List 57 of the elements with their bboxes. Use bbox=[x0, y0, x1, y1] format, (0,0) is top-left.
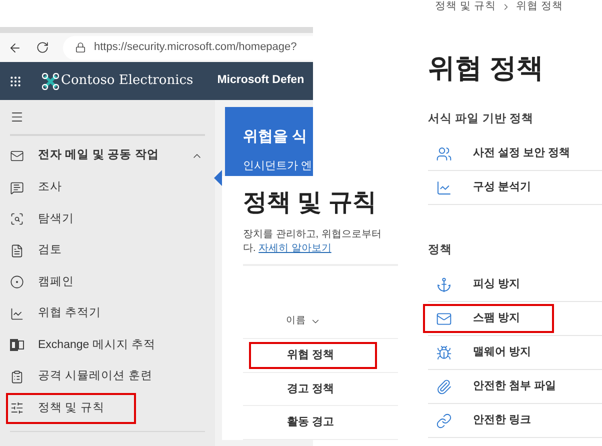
policy-link[interactable]: 안전한 링크 bbox=[423, 406, 554, 435]
policy-row[interactable]: 경고 정책 bbox=[249, 376, 377, 403]
nav-item[interactable]: 검토 bbox=[6, 235, 136, 266]
chat-icon bbox=[10, 180, 24, 195]
nav-item[interactable]: 탐색기 bbox=[6, 204, 136, 235]
policy-link[interactable]: 피싱 방지 bbox=[423, 270, 554, 299]
popup-description: 장치를 관리하고, 위협으로부터 다. 자세히 알아보기 bbox=[243, 228, 382, 256]
link-icon bbox=[436, 412, 452, 428]
url-field[interactable]: https://security.microsoft.com/homepage? bbox=[63, 36, 313, 60]
nav-item[interactable]: 공격 시뮬레이션 훈련 bbox=[6, 361, 156, 392]
line-chart-icon bbox=[10, 306, 24, 321]
target-icon bbox=[10, 275, 24, 290]
column-header[interactable]: 이름 bbox=[286, 314, 321, 328]
nav-item[interactable]: 정책 및 규칙 bbox=[6, 392, 136, 424]
anchor-icon bbox=[436, 276, 452, 292]
brand-name: Contoso Electronics bbox=[61, 72, 194, 90]
policy-link[interactable]: 구성 분석기 bbox=[423, 173, 554, 202]
back-icon[interactable] bbox=[8, 40, 22, 54]
callout-pointer bbox=[214, 170, 222, 186]
breadcrumb-link[interactable]: 위협 정책 bbox=[516, 0, 563, 15]
exchange-icon bbox=[10, 339, 24, 352]
bug-icon bbox=[436, 344, 452, 360]
chart-icon bbox=[436, 180, 452, 196]
lock-icon bbox=[75, 42, 86, 53]
nav-item[interactable]: 캠페인 bbox=[6, 266, 136, 298]
nav-item[interactable]: 조사 bbox=[6, 172, 136, 204]
app-launcher-icon[interactable] bbox=[9, 74, 22, 88]
scan-search-icon bbox=[10, 212, 24, 226]
paperclip-icon bbox=[436, 378, 452, 394]
page-title: 위협 정책 bbox=[428, 52, 545, 85]
url-text: https://security.microsoft.com/homepage? bbox=[94, 40, 297, 56]
section-heading: 서식 파일 기반 정책 bbox=[428, 112, 535, 127]
nav-item[interactable]: 위협 추적기 bbox=[6, 298, 136, 330]
breadcrumb-link[interactable]: 정책 및 규칙 bbox=[435, 0, 496, 15]
section-heading: 정책 bbox=[428, 243, 453, 258]
mail-icon bbox=[436, 310, 452, 326]
clipboard-icon bbox=[10, 370, 24, 384]
sliders-icon bbox=[10, 401, 24, 416]
banner-text: 인시던트가 엔 bbox=[243, 158, 313, 174]
banner-title: 위협을 식 bbox=[243, 127, 308, 147]
logo-icon bbox=[42, 72, 59, 90]
policy-row[interactable]: 활동 경고 bbox=[249, 409, 377, 436]
policy-link[interactable]: 스팸 방지 bbox=[423, 304, 554, 333]
popup-title: 정책 및 규칙 bbox=[243, 188, 378, 218]
nav-item[interactable]: Exchange 메시지 추적 bbox=[6, 330, 160, 361]
document-icon bbox=[10, 244, 24, 258]
learn-more-link[interactable]: 자세히 알아보기 bbox=[258, 243, 332, 254]
policy-row[interactable]: 위협 정책 bbox=[249, 342, 377, 370]
product-name: Microsoft Defen bbox=[217, 73, 304, 88]
mail-icon bbox=[10, 149, 24, 163]
people-icon bbox=[436, 146, 452, 162]
policy-link[interactable]: 맬웨어 방지 bbox=[423, 338, 554, 367]
policy-link[interactable]: 안전한 첨부 파일 bbox=[423, 372, 562, 401]
reload-icon[interactable] bbox=[36, 41, 49, 54]
menu-icon[interactable] bbox=[10, 110, 24, 124]
policy-link[interactable]: 사전 설정 보안 정책 bbox=[423, 139, 576, 168]
nav-section[interactable]: 전자 메일 및 공동 작업 bbox=[6, 140, 209, 172]
